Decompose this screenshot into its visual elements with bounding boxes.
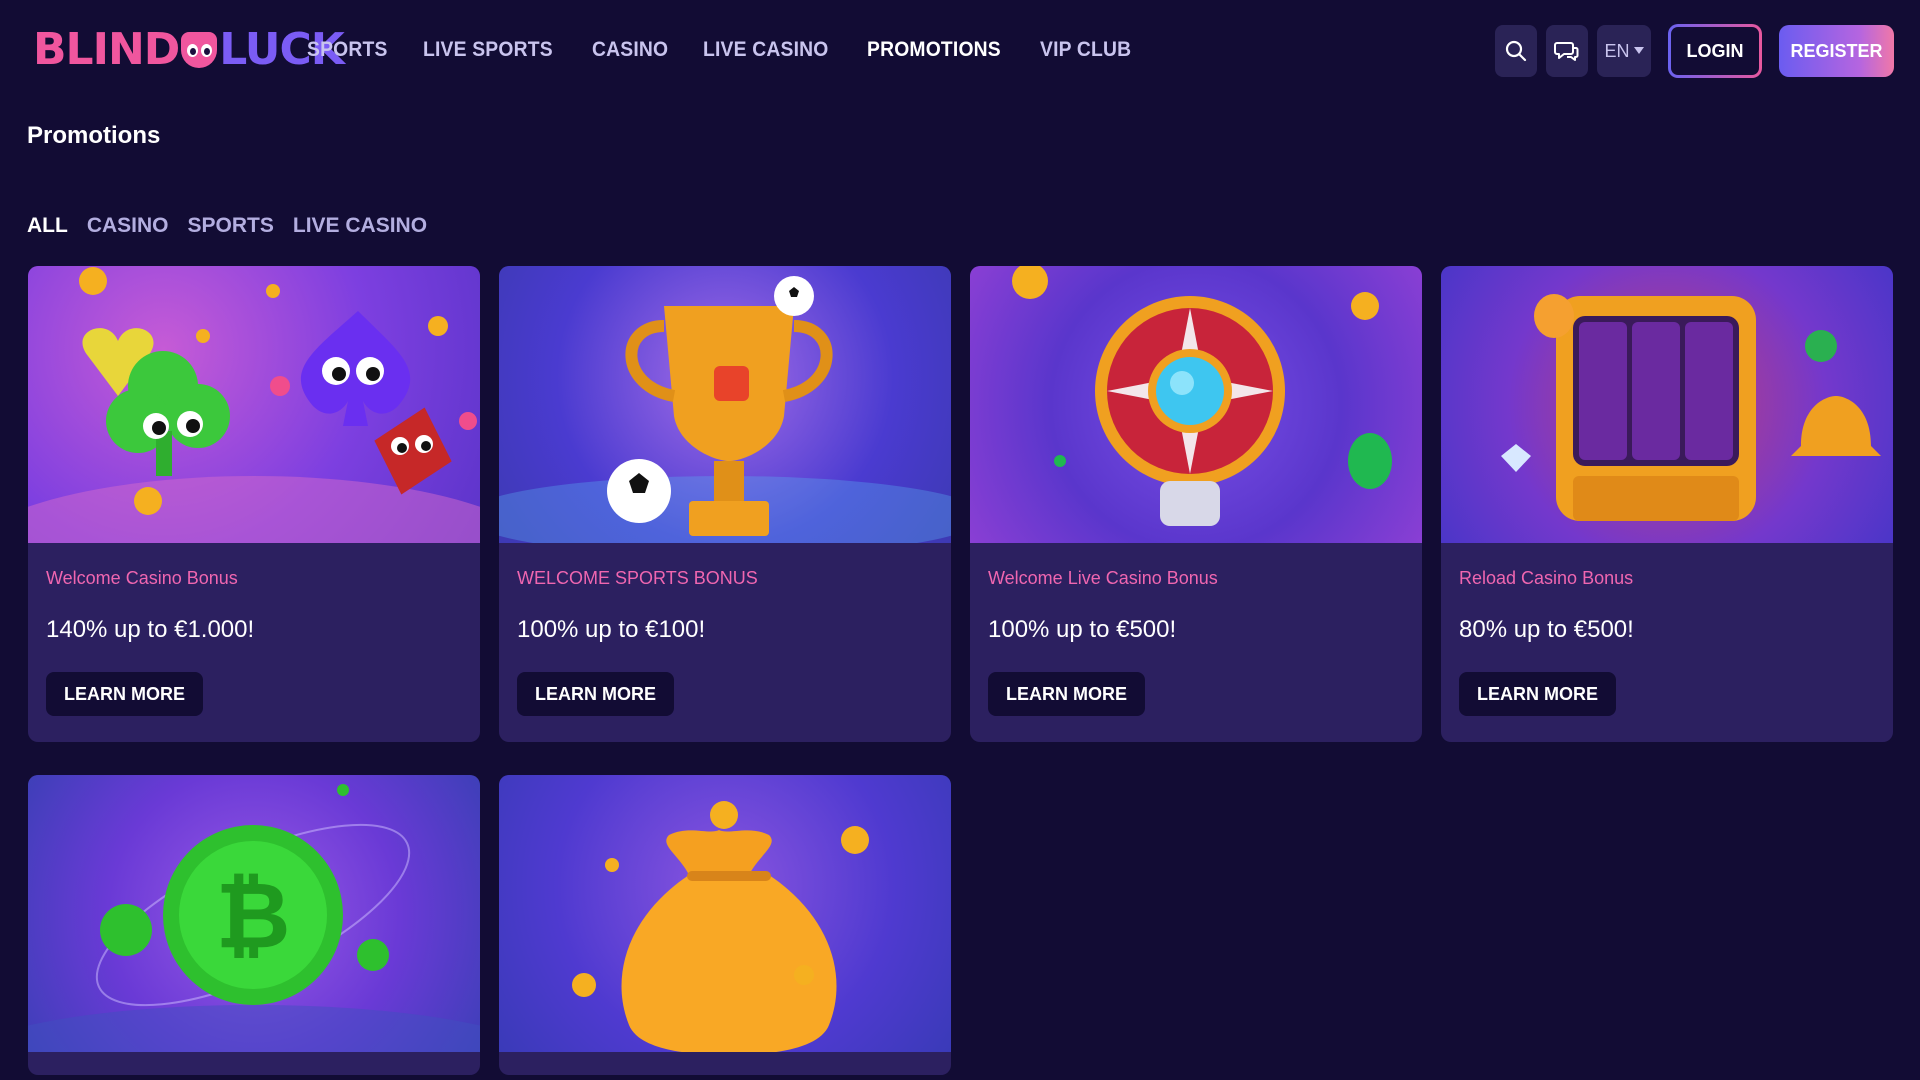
nav-casino[interactable]: CASINO (592, 34, 668, 66)
promo-offer: 140% up to €1.000! (46, 616, 255, 643)
nav-promotions[interactable]: PROMOTIONS (867, 34, 1001, 66)
login-button[interactable]: LOGIN (1668, 24, 1762, 78)
header-actions: EN LOGIN REGISTER (1495, 24, 1894, 78)
promo-label: Welcome Live Casino Bonus (988, 568, 1218, 588)
bitcoin-coin-illustration: ₿ (28, 775, 480, 1052)
learn-more-button[interactable]: LEARN MORE (1459, 672, 1616, 716)
search-icon (1505, 40, 1527, 62)
promo-label: WELCOME SPORTS BONUS (517, 568, 758, 588)
filter-tab-all[interactable]: ALL (27, 211, 68, 241)
promo-card: Welcome Live Casino Bonus 100% up to €50… (970, 266, 1422, 742)
nav-sports[interactable]: SPORTS (307, 34, 388, 66)
nav-live-casino[interactable]: LIVE CASINO (703, 34, 828, 66)
logo-eyes-icon (181, 32, 218, 68)
svg-text:₿: ₿ (216, 862, 291, 969)
language-value: EN (1604, 40, 1630, 61)
promo-card: Welcome Casino Bonus 140% up to €1.000! … (28, 266, 480, 742)
slot-machine-illustration (1441, 266, 1893, 543)
promo-card: Reload Casino Bonus 80% up to €500! LEAR… (1441, 266, 1893, 742)
learn-more-button[interactable]: LEARN MORE (517, 672, 674, 716)
main-nav: SPORTS LIVE SPORTS CASINO LIVE CASINO PR… (307, 34, 1168, 66)
site-header: BLIND LUCK SPORTS LIVE SPORTS CASINO LIV… (0, 0, 1920, 100)
nav-vip-club[interactable]: VIP CLUB (1040, 34, 1131, 66)
promo-offer: 80% up to €500! (1459, 616, 1634, 643)
promo-label: Welcome Casino Bonus (46, 568, 238, 588)
roulette-wheel-illustration (970, 266, 1422, 543)
chat-button[interactable] (1546, 25, 1588, 77)
search-button[interactable] (1495, 25, 1537, 77)
promotion-filter-tabs: ALL CASINO SPORTS LIVE CASINO (27, 211, 446, 241)
promo-offer: 100% up to €100! (517, 616, 706, 643)
promo-offer: 100% up to €500! (988, 616, 1177, 643)
brand-logo[interactable]: BLIND LUCK (33, 24, 345, 75)
learn-more-button[interactable]: LEARN MORE (988, 672, 1145, 716)
filter-tab-sports[interactable]: SPORTS (188, 211, 274, 241)
promo-card (499, 775, 951, 1075)
filter-tab-casino[interactable]: CASINO (87, 211, 169, 241)
chat-icon (1554, 42, 1579, 61)
logo-text-blind: BLIND (33, 24, 180, 75)
trophy-soccer-illustration (499, 266, 951, 543)
money-bag-illustration (499, 775, 951, 1052)
promo-label: Reload Casino Bonus (1459, 568, 1634, 588)
promo-card: WELCOME SPORTS BONUS 100% up to €100! LE… (499, 266, 951, 742)
promo-card: ₿ (28, 775, 480, 1075)
register-button[interactable]: REGISTER (1779, 25, 1894, 77)
nav-live-sports[interactable]: LIVE SPORTS (423, 34, 553, 66)
page-title: Promotions (27, 122, 161, 149)
language-selector[interactable]: EN (1597, 25, 1651, 77)
learn-more-button[interactable]: LEARN MORE (46, 672, 203, 716)
chevron-down-icon (1633, 47, 1644, 54)
card-suits-illustration (28, 266, 480, 543)
filter-tab-live-casino[interactable]: LIVE CASINO (293, 211, 427, 241)
